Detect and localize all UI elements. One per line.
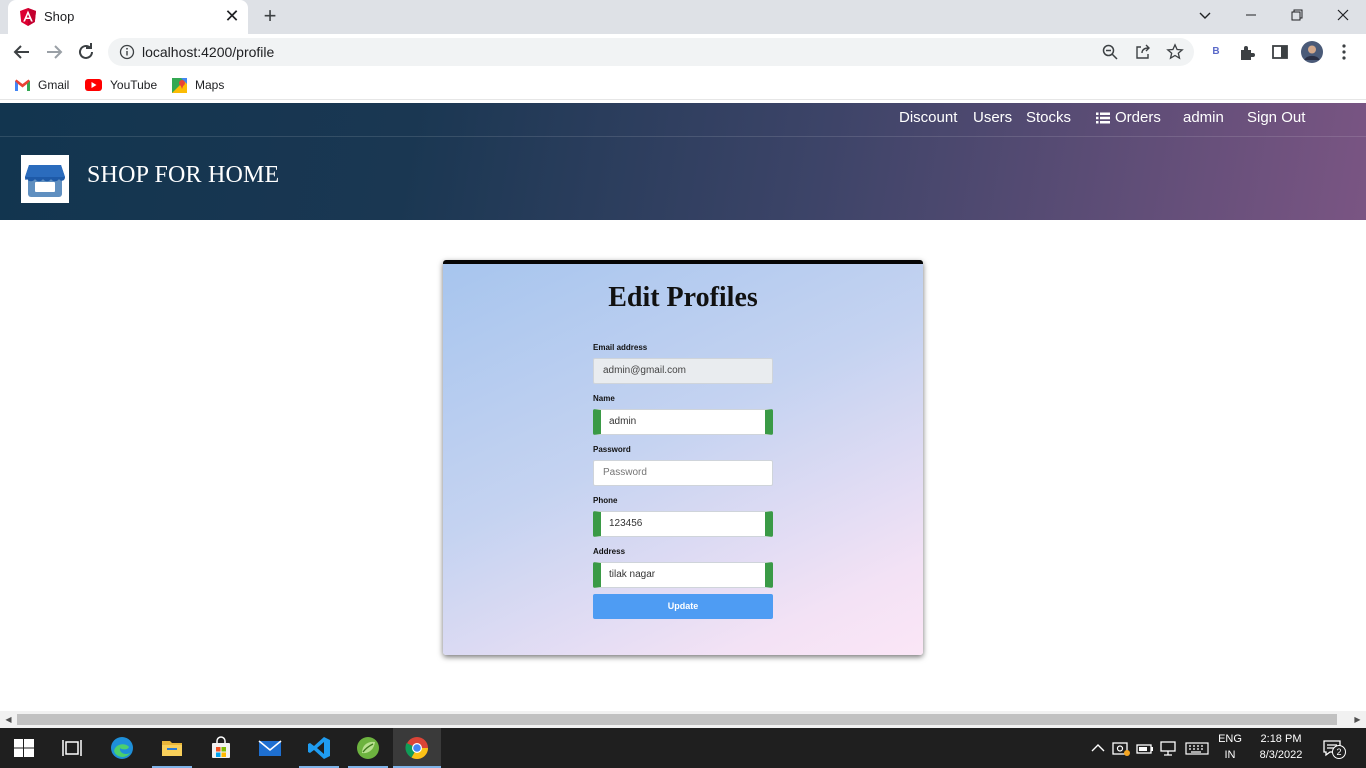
- tab-title: Shop: [44, 9, 75, 24]
- app-header: Discount Users Stocks Orders admin Sign …: [0, 103, 1366, 220]
- phone-label: Phone: [593, 496, 618, 505]
- reload-icon[interactable]: [74, 40, 98, 64]
- taskbar-edge[interactable]: [98, 728, 146, 768]
- bookmark-label: Maps: [195, 78, 225, 92]
- chrome-icon: [405, 737, 428, 759]
- store-logo[interactable]: [21, 155, 69, 203]
- tray-app-icon[interactable]: [1111, 738, 1131, 758]
- new-tab-icon[interactable]: +: [258, 5, 282, 29]
- taskbar-file-explorer[interactable]: [148, 728, 196, 768]
- scrollbar-thumb[interactable]: [17, 714, 1337, 725]
- top-navbar: Discount Users Stocks Orders admin Sign …: [0, 103, 1366, 137]
- page-title: Edit Profiles: [608, 282, 758, 313]
- side-panel-icon[interactable]: [1270, 42, 1290, 62]
- nav-orders-label: Orders: [1115, 109, 1161, 126]
- clock-date[interactable]: 8/3/2022: [1252, 749, 1310, 761]
- update-button[interactable]: Update: [593, 594, 773, 619]
- chrome-menu-icon[interactable]: [1334, 42, 1354, 62]
- name-field[interactable]: admin: [593, 409, 773, 435]
- windows-icon: [14, 739, 34, 757]
- angular-icon: [20, 8, 36, 26]
- browser-toolbar: localhost:4200/profile B: [0, 34, 1366, 70]
- bookmark-youtube[interactable]: YouTube: [85, 76, 157, 94]
- nav-orders[interactable]: Orders: [1096, 109, 1161, 126]
- brand-name[interactable]: SHOP FOR HOME: [87, 162, 279, 189]
- name-label: Name: [593, 394, 615, 403]
- folder-icon: [162, 741, 182, 756]
- window-close-icon[interactable]: [1320, 0, 1366, 30]
- email-label: Email address: [593, 343, 648, 352]
- store-icon: [25, 165, 65, 197]
- share-icon[interactable]: [1134, 43, 1152, 61]
- nav-discount[interactable]: Discount: [899, 109, 957, 126]
- notification-center[interactable]: 2: [1322, 738, 1346, 759]
- bookmark-label: YouTube: [110, 78, 158, 92]
- language-indicator[interactable]: ENG: [1216, 733, 1244, 745]
- youtube-icon: [85, 79, 102, 91]
- taskbar-spring-tool[interactable]: [344, 728, 392, 768]
- start-button[interactable]: [0, 728, 48, 768]
- taskbar-store[interactable]: [197, 728, 245, 768]
- password-field[interactable]: Password: [593, 460, 773, 486]
- taskbar-vscode[interactable]: [295, 728, 343, 768]
- tab-strip: Shop ✕ +: [0, 0, 1366, 34]
- show-hidden-icons[interactable]: [1088, 738, 1108, 758]
- browser-tab[interactable]: Shop ✕: [8, 0, 248, 34]
- password-label: Password: [593, 445, 631, 454]
- address-bar[interactable]: localhost:4200/profile: [108, 38, 1194, 66]
- taskbar-chrome[interactable]: [393, 728, 441, 768]
- restore-icon[interactable]: [1274, 0, 1320, 30]
- profile-avatar[interactable]: [1301, 41, 1323, 63]
- scroll-left-icon[interactable]: ◀: [0, 714, 17, 725]
- nav-users[interactable]: Users: [973, 109, 1012, 126]
- spring-icon: [357, 737, 379, 759]
- vscode-icon: [308, 737, 330, 759]
- mail-icon: [258, 740, 282, 756]
- language-region[interactable]: IN: [1216, 749, 1244, 761]
- bookmark-label: Gmail: [38, 78, 70, 92]
- gmail-icon: [15, 79, 30, 91]
- maps-icon: [172, 77, 187, 93]
- edge-icon: [111, 737, 133, 759]
- address-label: Address: [593, 547, 626, 556]
- clock-time[interactable]: 2:18 PM: [1252, 733, 1310, 745]
- windows-taskbar: ENG IN 2:18 PM 8/3/2022 2: [0, 728, 1366, 768]
- minimize-icon[interactable]: [1228, 0, 1274, 30]
- network-icon[interactable]: [1159, 738, 1179, 758]
- forward-arrow-icon[interactable]: [42, 40, 66, 64]
- bookmarks-bar: Gmail YouTube Maps: [0, 70, 1366, 100]
- horizontal-scrollbar[interactable]: ◀ ▶: [0, 711, 1366, 728]
- email-field: admin@gmail.com: [593, 358, 773, 384]
- bookmark-star-icon[interactable]: [1166, 43, 1184, 61]
- tab-close-icon[interactable]: ✕: [222, 6, 242, 26]
- nav-admin[interactable]: admin: [1183, 109, 1224, 126]
- back-arrow-icon[interactable]: [10, 40, 34, 64]
- bookmark-gmail[interactable]: Gmail: [15, 76, 69, 94]
- tab-search-icon[interactable]: [1182, 0, 1228, 30]
- scroll-right-icon[interactable]: ▶: [1349, 714, 1366, 725]
- task-view-button[interactable]: [48, 728, 96, 768]
- taskbar-mail[interactable]: [246, 728, 294, 768]
- address-field[interactable]: tilak nagar: [593, 562, 773, 588]
- extension-b-icon[interactable]: B: [1206, 42, 1226, 62]
- url-text: localhost:4200/profile: [142, 44, 275, 60]
- bookmark-maps[interactable]: Maps: [172, 76, 224, 94]
- phone-field[interactable]: 123456: [593, 511, 773, 537]
- keyboard-icon[interactable]: [1185, 738, 1209, 758]
- list-icon: [1096, 112, 1110, 123]
- nav-stocks[interactable]: Stocks: [1026, 109, 1071, 126]
- task-view-icon: [62, 740, 82, 756]
- battery-icon[interactable]: [1135, 738, 1155, 758]
- store-bag-icon: [212, 736, 230, 758]
- nav-sign-out[interactable]: Sign Out: [1247, 109, 1305, 126]
- edit-profile-card: Edit Profiles Email address admin@gmail.…: [443, 260, 923, 655]
- zoom-icon[interactable]: [1101, 43, 1119, 61]
- notification-count-badge: 2: [1332, 745, 1346, 759]
- extensions-puzzle-icon[interactable]: [1238, 42, 1258, 62]
- site-info-icon[interactable]: [119, 44, 135, 60]
